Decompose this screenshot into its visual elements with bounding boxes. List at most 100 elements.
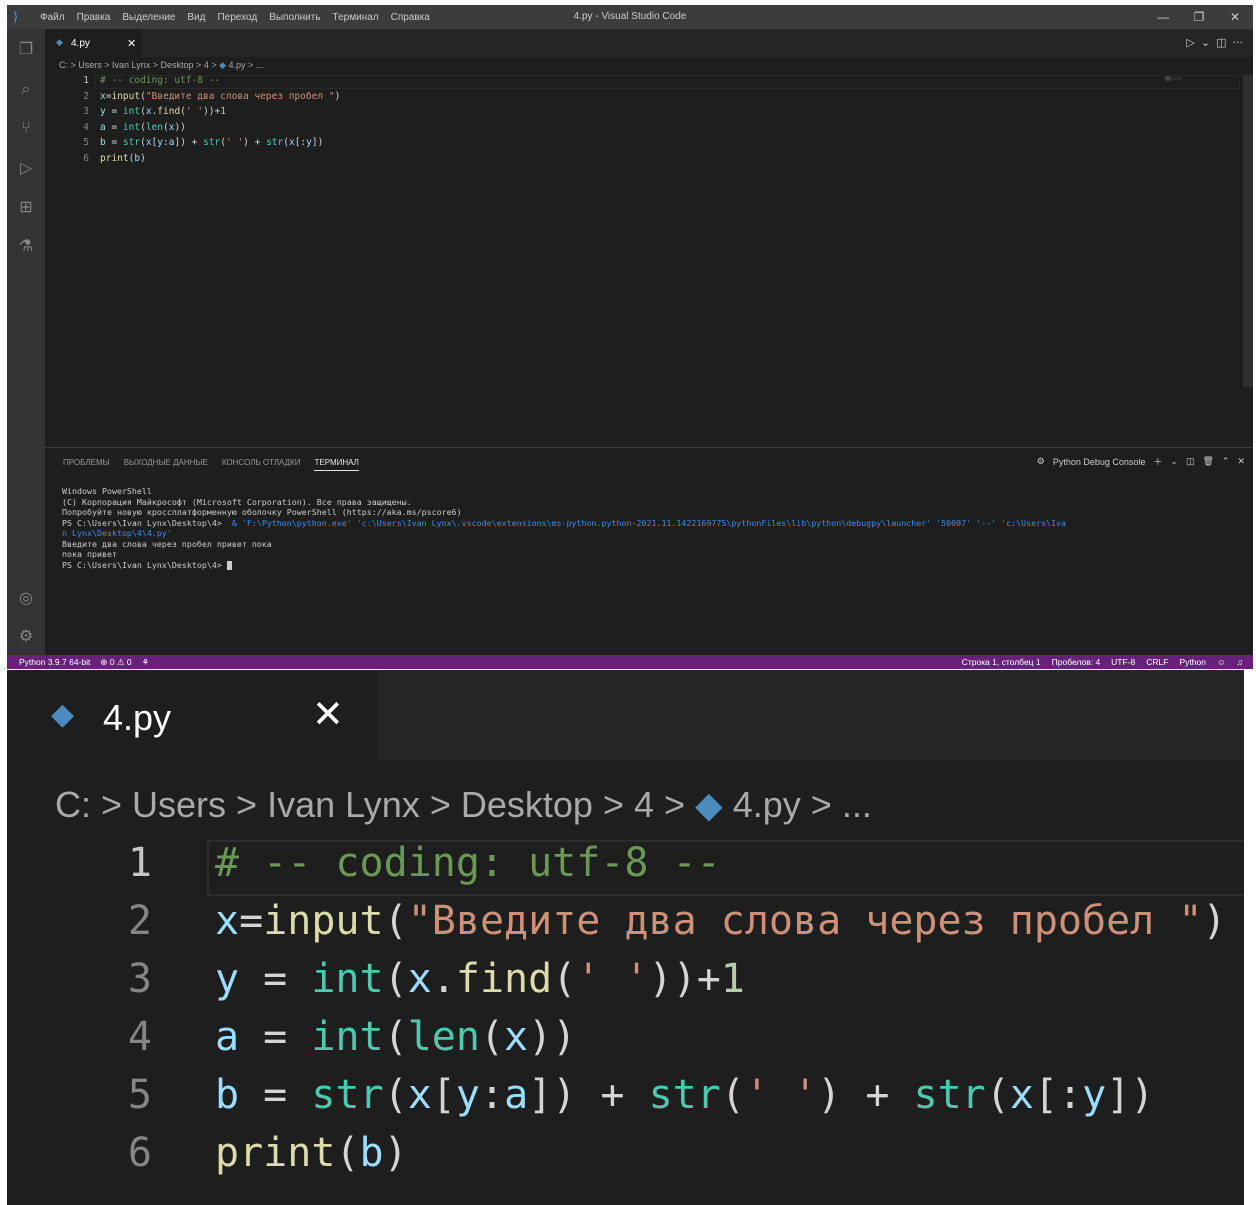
line-number: 3	[127, 956, 152, 1002]
code-line-6: print(b)	[100, 152, 146, 164]
line-number: 4	[83, 121, 89, 133]
more-actions-icon[interactable]: ···	[1233, 36, 1244, 49]
explorer-icon[interactable]: ❐	[16, 39, 36, 59]
close-tab-icon[interactable]: ✕	[127, 37, 136, 50]
notifications-bell-icon[interactable]: ♫	[1237, 657, 1243, 667]
menu-bar: Файл Правка Выделение Вид Переход Выполн…	[40, 5, 442, 29]
end-of-line[interactable]: CRLF	[1146, 657, 1168, 667]
vscode-window: ⟩ Файл Правка Выделение Вид Переход Выпо…	[7, 5, 1253, 669]
vscode-logo-icon: ⟩	[13, 9, 19, 24]
trash-icon[interactable]: 🗑	[1202, 456, 1213, 467]
close-window-button[interactable]: ✕	[1217, 5, 1253, 29]
tab-problems[interactable]: ПРОБЛЕМЫ	[63, 458, 110, 471]
line-number: 4	[127, 1014, 152, 1060]
menu-view[interactable]: Вид	[187, 12, 205, 23]
terminal-selector[interactable]: Python Debug Console	[1053, 457, 1146, 467]
breadcrumb-user[interactable]: Ivan Lynx	[112, 60, 150, 70]
close-tab-icon[interactable]: ✕	[312, 692, 344, 737]
split-editor-icon[interactable]: ◫	[1216, 36, 1226, 49]
breadcrumb-users[interactable]: Users	[78, 60, 102, 70]
cursor-position[interactable]: Строка 1, столбец 1	[962, 657, 1041, 667]
run-debug-icon[interactable]: ▷	[16, 158, 36, 178]
breadcrumb-user[interactable]: Ivan Lynx	[267, 784, 420, 825]
close-panel-icon[interactable]: ✕	[1237, 456, 1245, 467]
maximize-panel-icon[interactable]: ⌃	[1222, 456, 1230, 467]
maximize-button[interactable]: ❐	[1181, 5, 1217, 29]
status-bar: Python 3.9.7 64-bit ⊗ 0 ⚠ 0 ⚘ Строка 1, …	[7, 655, 1253, 669]
menu-edit[interactable]: Правка	[77, 12, 111, 23]
menu-selection[interactable]: Выделение	[122, 12, 175, 23]
terminal-line: Windows PowerShell	[62, 486, 152, 496]
encoding[interactable]: UTF-8	[1111, 657, 1135, 667]
menu-go[interactable]: Переход	[217, 12, 257, 23]
activity-bar: ❐ ⌕ ⑂ ▷ ⊞ ⚗ ◎ ⚙	[7, 29, 45, 655]
python-file-icon: ◆	[219, 60, 227, 70]
problems-status[interactable]: ⊗ 0 ⚠ 0	[100, 657, 131, 668]
new-terminal-icon[interactable]: ＋	[1153, 455, 1162, 468]
breadcrumb-symbols[interactable]: ...	[842, 784, 872, 825]
menu-run[interactable]: Выполнить	[269, 12, 320, 23]
breadcrumb-users[interactable]: Users	[132, 784, 226, 825]
menu-help[interactable]: Справка	[391, 12, 430, 23]
line-number: 2	[127, 898, 152, 944]
indentation[interactable]: Пробелов: 4	[1052, 657, 1101, 667]
settings-gear-icon[interactable]: ⚙	[16, 626, 36, 646]
language-mode[interactable]: Python	[1179, 657, 1205, 667]
menu-terminal[interactable]: Терминал	[333, 12, 379, 23]
tab-output[interactable]: ВЫХОДНЫЕ ДАННЫЕ	[124, 458, 208, 471]
breadcrumb-drive[interactable]: C:	[59, 60, 68, 70]
debug-status-icon[interactable]: ⚘	[142, 657, 150, 668]
code-line-3: y = int(x.find(' '))+1	[100, 106, 226, 117]
line-number: 5	[83, 137, 89, 148]
breadcrumb-desktop[interactable]: Desktop	[161, 60, 194, 70]
breadcrumb-file[interactable]: 4.py	[733, 784, 801, 825]
breadcrumb-file[interactable]: 4.py	[229, 60, 246, 70]
zoomed-breadcrumb: C: > Users > Ivan Lynx > Desktop > 4 > ◆…	[55, 784, 872, 825]
run-file-icon[interactable]: ▷	[1186, 36, 1194, 49]
run-dropdown-icon[interactable]: ⌄	[1201, 36, 1210, 49]
zoomed-editor-view: ◆ 4.py ✕ C: > Users > Ivan Lynx > Deskto…	[7, 670, 1244, 1205]
tab-4py[interactable]: ◆ 4.py ✕	[45, 29, 141, 57]
vertical-scrollbar[interactable]	[1243, 75, 1253, 387]
warning-count: ⚠ 0	[116, 657, 132, 667]
tab-terminal[interactable]: ТЕРМИНАЛ	[314, 458, 359, 471]
terminal-cursor	[226, 560, 232, 570]
breadcrumb-drive[interactable]: C:	[55, 784, 91, 825]
line-number: 2	[83, 90, 89, 102]
editor-tabs: ◆ 4.py ✕ ▷ ⌄ ◫ ···	[45, 29, 1253, 57]
account-icon[interactable]: ◎	[16, 588, 36, 608]
search-icon[interactable]: ⌕	[16, 79, 36, 99]
terminal-output[interactable]: Windows PowerShell (C) Корпорация Майкро…	[62, 486, 1247, 570]
minimize-button[interactable]: —	[1145, 5, 1181, 29]
code-line-4: a = int(len(x))	[100, 121, 186, 133]
tab-debug-console[interactable]: КОНСОЛЬ ОТЛАДКИ	[222, 458, 301, 471]
line-number: 3	[83, 106, 89, 117]
status-right: Строка 1, столбец 1 Пробелов: 4 UTF-8 CR…	[962, 657, 1243, 667]
python-file-icon: ◆	[56, 37, 63, 47]
tab-label: 4.py	[71, 38, 90, 49]
extensions-icon[interactable]: ⊞	[16, 197, 36, 217]
panel-actions: ⚙ Python Debug Console ＋ ⌄ ◫ 🗑 ⌃ ✕	[1037, 455, 1245, 468]
breadcrumb-folder[interactable]: 4	[634, 784, 654, 825]
minimap[interactable]: ▦▭▭	[1165, 75, 1205, 83]
breadcrumb-folder[interactable]: 4	[204, 60, 209, 70]
title-bar: ⟩ Файл Правка Выделение Вид Переход Выпо…	[7, 5, 1253, 29]
testing-icon[interactable]: ⚗	[16, 236, 36, 256]
zoomed-tab-4py[interactable]: ◆ 4.py ✕	[7, 670, 377, 760]
zoomed-code-line-5: b = str(x[y:a]) + str(' ') + str(x[:y])	[215, 1072, 1155, 1118]
editor-actions: ▷ ⌄ ◫ ···	[1186, 36, 1243, 49]
panel-tabs: ПРОБЛЕМЫ ВЫХОДНЫЕ ДАННЫЕ КОНСОЛЬ ОТЛАДКИ…	[63, 458, 359, 471]
source-control-icon[interactable]: ⑂	[16, 118, 36, 138]
breadcrumb-symbols[interactable]: ...	[256, 60, 264, 70]
breadcrumb: C: > Users > Ivan Lynx > Desktop > 4 > ◆…	[59, 60, 264, 70]
line-number: 6	[83, 152, 89, 164]
terminal-prompt: PS C:\Users\Ivan Lynx\Desktop\4>	[62, 559, 222, 570]
zoomed-tab-label: 4.py	[103, 697, 172, 738]
menu-file[interactable]: Файл	[40, 12, 65, 23]
terminal-dropdown-icon[interactable]: ⌄	[1170, 456, 1178, 467]
python-file-icon: ◆	[695, 784, 723, 825]
breadcrumb-desktop[interactable]: Desktop	[461, 784, 593, 825]
feedback-icon[interactable]: ☺	[1217, 657, 1226, 667]
split-terminal-icon[interactable]: ◫	[1186, 456, 1195, 467]
python-interpreter[interactable]: Python 3.9.7 64-bit	[19, 657, 90, 668]
